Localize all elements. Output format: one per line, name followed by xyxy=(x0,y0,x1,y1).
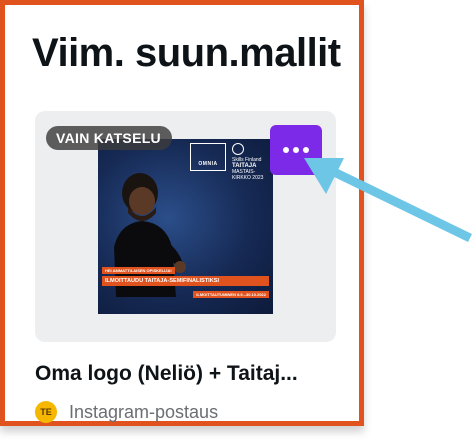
view-only-badge: VAIN KATSELU xyxy=(46,126,172,150)
section-title: Viim. suun.mallit xyxy=(32,31,341,75)
preview-banner-top: HEI AMMATTILAISEN OPISKELIJA! xyxy=(102,267,175,274)
omnia-logo: OMNIA xyxy=(190,143,226,171)
owner-avatar: TE xyxy=(35,401,57,423)
design-title[interactable]: Oma logo (Neliö) + Taitaj... xyxy=(35,362,298,386)
preview-banner-bottom: ILMOITTAUTUMINEN 8.9.–30.10.2022 xyxy=(193,291,269,298)
pointer-arrow-icon xyxy=(304,158,472,243)
design-card-thumbnail[interactable]: OMNIA Skills Finland TAITAJA MASTAIS- KI… xyxy=(35,111,336,342)
taitaja-logo: Skills Finland TAITAJA MASTAIS- KIRKKO 2… xyxy=(232,143,270,189)
design-preview-image: OMNIA Skills Finland TAITAJA MASTAIS- KI… xyxy=(98,139,273,314)
design-type-label: Instagram-postaus xyxy=(69,401,219,422)
preview-banner-main: ILMOITTAUDU TAITAJA-SEMIFINALISTIKSI xyxy=(102,276,269,286)
taitaja-sub-text-2: KIRKKO 2023 xyxy=(232,175,264,181)
dot xyxy=(283,147,289,153)
skills-finland-icon xyxy=(232,143,244,155)
design-meta: TE Instagram-postaus xyxy=(35,401,218,423)
dot xyxy=(293,147,299,153)
